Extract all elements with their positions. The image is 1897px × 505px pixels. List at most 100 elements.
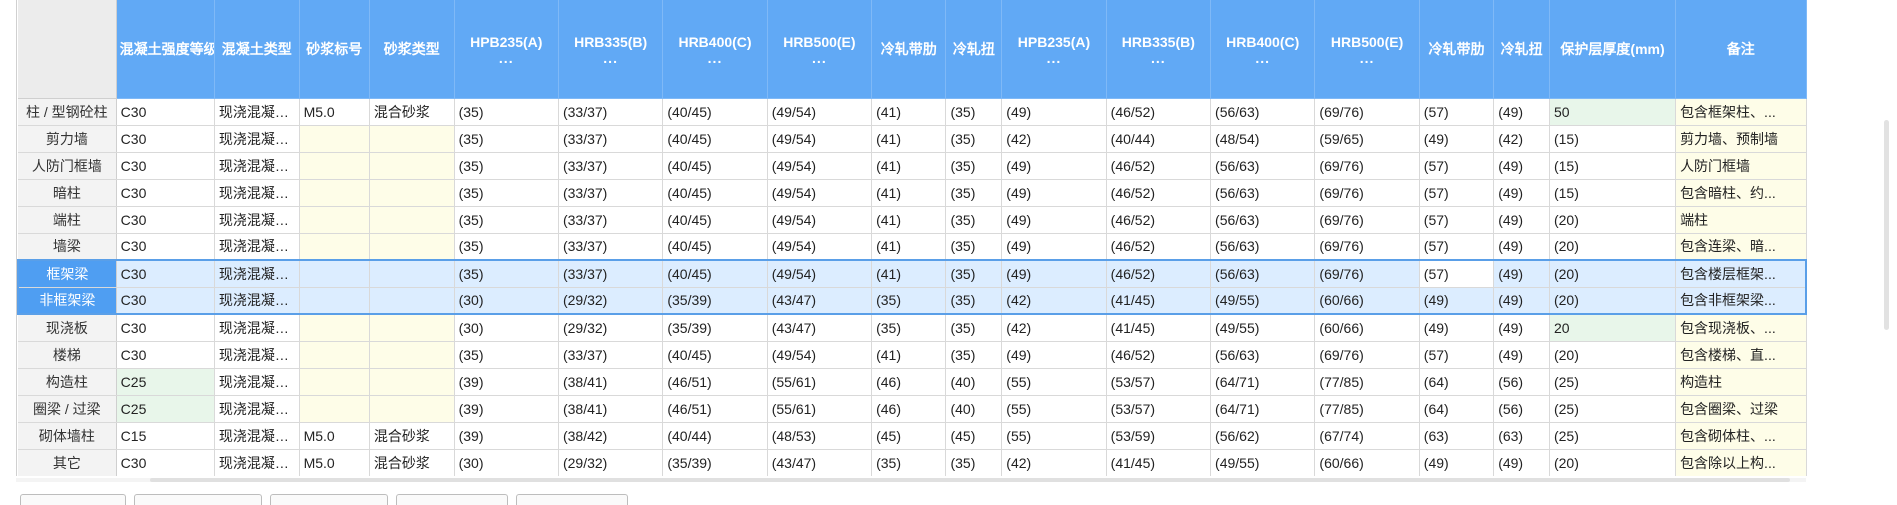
table-cell[interactable] [369, 233, 455, 261]
table-cell[interactable]: (41/45) [1106, 449, 1212, 476]
table-cell[interactable]: (45) [871, 422, 947, 450]
table-cell[interactable] [299, 259, 370, 288]
table-cell[interactable]: (42) [1001, 314, 1107, 342]
table-cell[interactable]: (49) [1001, 341, 1107, 369]
table-cell[interactable]: (20) [1549, 206, 1677, 234]
column-header[interactable]: 混凝土强度等级 [116, 0, 215, 99]
table-cell[interactable]: (77/85) [1314, 368, 1420, 396]
table-cell[interactable]: (15) [1549, 179, 1677, 207]
table-cell[interactable]: (56) [1493, 395, 1550, 423]
table-cell[interactable]: (46/52) [1106, 152, 1212, 180]
table-cell[interactable]: (46) [871, 368, 947, 396]
table-cell[interactable]: C30 [116, 341, 215, 369]
table-cell[interactable]: (77/85) [1314, 395, 1420, 423]
table-cell[interactable]: (35/39) [662, 287, 768, 315]
table-cell[interactable]: (49) [1419, 314, 1495, 342]
table-cell[interactable]: (35) [945, 233, 1003, 261]
table-cell[interactable]: (33/37) [558, 125, 664, 153]
table-cell[interactable]: (33/37) [558, 152, 664, 180]
table-row[interactable]: 柱 / 型钢砼柱 C30 现浇混凝土... M5.0 混合砂浆 (35) (33/37) (4… [18, 98, 1807, 126]
table-cell[interactable]: (41) [871, 98, 947, 126]
table-cell[interactable]: 混合砂浆 [369, 422, 455, 450]
table-cell[interactable]: (42) [1001, 449, 1107, 476]
table-cell[interactable]: (30) [454, 449, 559, 476]
table-cell[interactable]: 现浇混凝土... [214, 368, 300, 396]
table-cell[interactable]: (64) [1419, 395, 1495, 423]
table-cell[interactable]: 现浇混凝土... [214, 152, 300, 180]
table-cell[interactable] [299, 341, 370, 369]
table-cell[interactable]: (43/47) [767, 314, 873, 342]
column-header[interactable]: HRB500(E)... [1314, 0, 1420, 99]
column-header[interactable]: HRB335(B)... [1106, 0, 1212, 99]
horizontal-scrollbar-thumb[interactable] [150, 478, 1790, 482]
table-cell[interactable]: (69/76) [1314, 152, 1420, 180]
table-cell[interactable]: (40) [945, 368, 1003, 396]
row-header[interactable]: 人防门框墙 [18, 152, 117, 180]
row-header[interactable]: 暗柱 [18, 179, 117, 207]
table-cell[interactable]: (49/54) [767, 125, 873, 153]
table-cell[interactable]: (46/52) [1106, 206, 1212, 234]
table-cell[interactable]: (53/57) [1106, 395, 1212, 423]
table-cell[interactable]: (49) [1493, 179, 1550, 207]
table-cell[interactable]: (45) [945, 422, 1003, 450]
table-cell[interactable]: (55) [1001, 395, 1107, 423]
table-cell[interactable]: (29/32) [558, 449, 664, 476]
table-cell[interactable]: (39) [454, 422, 559, 450]
column-header[interactable]: 砂浆标号 [299, 0, 370, 99]
table-cell[interactable]: (41/45) [1106, 287, 1212, 315]
table-cell[interactable]: (35) [871, 287, 947, 315]
table-cell[interactable] [299, 179, 370, 207]
table-cell[interactable]: (41) [871, 125, 947, 153]
table-cell[interactable]: (35) [945, 206, 1003, 234]
table-row[interactable]: 其它 C30 现浇混凝土... M5.0 混合砂浆 (30) (29/32) (35/39)(… [18, 449, 1807, 476]
table-cell[interactable]: (46/51) [662, 395, 768, 423]
table-cell[interactable]: (49) [1493, 233, 1550, 261]
column-header[interactable]: HRB400(C)... [662, 0, 768, 99]
table-cell[interactable]: (20) [1549, 341, 1677, 369]
table-cell[interactable]: (35) [945, 341, 1003, 369]
table-row[interactable]: 砌体墙柱 C15 现浇混凝土... M5.0 混合砂浆 (39) (38/42) (40/44… [18, 422, 1807, 450]
table-cell[interactable]: (49/54) [767, 206, 873, 234]
table-cell[interactable]: (35/39) [662, 449, 768, 476]
table-cell[interactable]: C15 [116, 422, 215, 450]
column-header[interactable]: HRB500(E)... [767, 0, 873, 99]
table-cell[interactable]: (56/63) [1210, 233, 1316, 261]
column-header[interactable]: 冷轧扭 [945, 0, 1003, 99]
table-cell[interactable]: 包含圈梁、过梁 [1675, 395, 1807, 423]
table-cell[interactable]: (15) [1549, 152, 1677, 180]
table-cell[interactable]: (35) [454, 98, 559, 126]
column-header[interactable]: 备注 [1675, 0, 1807, 99]
table-cell[interactable]: (49) [1001, 179, 1107, 207]
row-header[interactable]: 柱 / 型钢砼柱 [18, 98, 117, 126]
table-cell[interactable] [369, 152, 455, 180]
row-header[interactable]: 现浇板 [18, 314, 117, 342]
table-cell[interactable]: 现浇混凝土... [214, 422, 300, 450]
table-cell[interactable]: (49/55) [1210, 314, 1316, 342]
table-row[interactable]: 非框架梁 C30 现浇混凝土... (30) (29/32) (35/39) (43/47)… [17, 287, 1807, 315]
table-cell[interactable]: (38/41) [558, 368, 664, 396]
table-cell[interactable]: (40/45) [662, 125, 768, 153]
table-cell[interactable]: (57) [1419, 259, 1495, 288]
table-cell[interactable]: 现浇混凝土... [214, 125, 300, 153]
table-cell[interactable]: (57) [1419, 206, 1495, 234]
table-cell[interactable]: 人防门框墙 [1675, 152, 1807, 180]
table-cell[interactable]: (15) [1549, 125, 1677, 153]
table-cell[interactable] [369, 259, 455, 288]
table-cell[interactable]: 现浇混凝土... [214, 287, 300, 315]
table-cell[interactable]: (38/42) [558, 422, 664, 450]
table-cell[interactable]: (49) [1001, 98, 1107, 126]
table-cell[interactable] [369, 341, 455, 369]
table-cell[interactable]: (33/37) [558, 179, 664, 207]
table-cell[interactable]: (49) [1493, 449, 1550, 476]
table-cell[interactable]: (69/76) [1314, 259, 1420, 288]
table-cell[interactable]: (49) [1001, 233, 1107, 261]
table-cell[interactable]: (49/54) [767, 341, 873, 369]
table-cell[interactable]: (49/54) [767, 233, 873, 261]
table-cell[interactable]: (40/45) [662, 233, 768, 261]
table-cell[interactable]: 现浇混凝土... [214, 179, 300, 207]
table-cell[interactable]: 剪力墙、预制墙 [1675, 125, 1807, 153]
table-cell[interactable]: (40/45) [662, 341, 768, 369]
table-row[interactable]: 圈梁 / 过梁 C25 现浇混凝土... (39) (38/41) (46/51) (55/… [18, 395, 1807, 423]
row-header[interactable]: 非框架梁 [17, 287, 117, 315]
table-cell[interactable]: C30 [116, 259, 215, 288]
